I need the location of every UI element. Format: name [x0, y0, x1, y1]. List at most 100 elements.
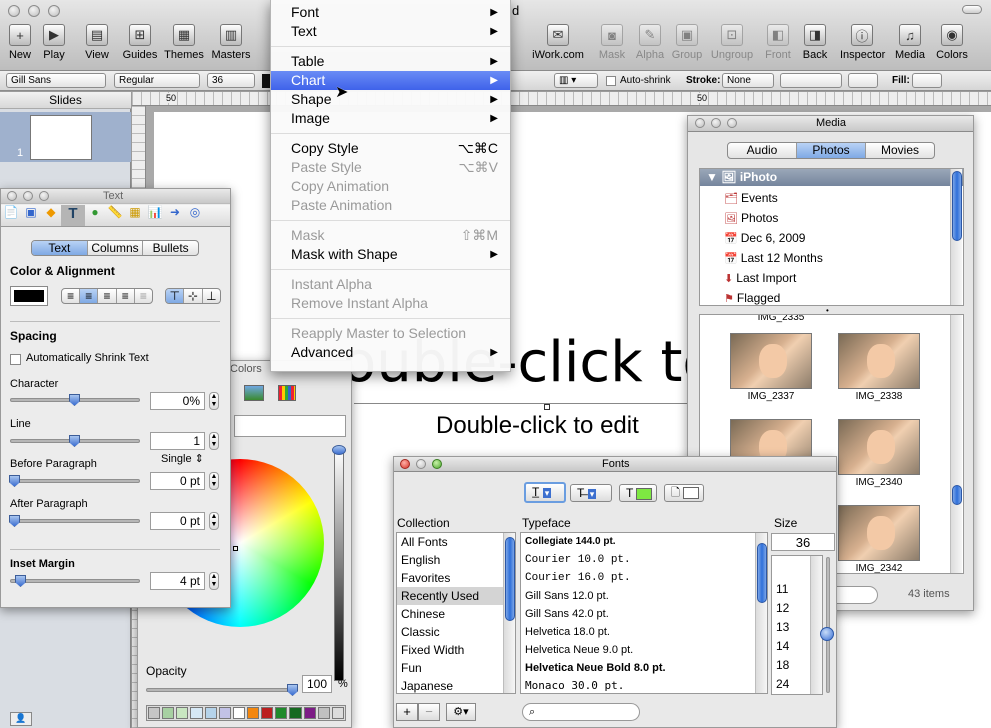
table-inspector-icon[interactable]: ▦: [125, 205, 145, 226]
typeface-row[interactable]: Collegiate 144.0 pt.: [521, 533, 767, 551]
color-crayons-icon[interactable]: [278, 385, 296, 401]
after-paragraph-stepper[interactable]: ▲ ▼: [209, 512, 219, 530]
before-paragraph-stepper[interactable]: ▲ ▼: [209, 472, 219, 490]
build-inspector-icon[interactable]: ◆: [41, 205, 61, 226]
line-slider[interactable]: [10, 435, 140, 447]
menu-item-remove-instant-alpha[interactable]: Remove Instant Alpha: [271, 294, 510, 313]
color-swatch[interactable]: [218, 707, 231, 719]
menu-item-shape[interactable]: Shape ▶: [271, 90, 510, 109]
strikethrough-style-popup[interactable]: T̶ ▾: [570, 484, 612, 502]
color-swatch[interactable]: [204, 707, 217, 719]
stroke-width-popup[interactable]: [780, 73, 842, 88]
toolbar-iworkcom-button[interactable]: ✉ iWork.com: [528, 24, 588, 61]
subtitle-placeholder[interactable]: Double-click to edit: [436, 412, 639, 440]
fonts-close-button[interactable]: [400, 459, 410, 469]
inset-margin-stepper[interactable]: ▲ ▼: [209, 572, 219, 590]
font-style-popup[interactable]: Regular: [114, 73, 200, 88]
fill-color-well[interactable]: [912, 73, 942, 88]
typeface-scrollbar[interactable]: [755, 533, 767, 693]
stroke-popup[interactable]: None: [722, 73, 774, 88]
align-auto-icon[interactable]: ≡: [135, 289, 152, 303]
color-swatch[interactable]: [331, 707, 344, 719]
character-field[interactable]: 0%: [150, 392, 205, 410]
menu-item-paste-animation[interactable]: Paste Animation: [271, 196, 510, 215]
toolbar-back-button[interactable]: ◨ Back: [793, 24, 837, 61]
typeface-scroll-thumb[interactable]: [757, 543, 767, 603]
inset-margin-slider[interactable]: [10, 575, 140, 587]
document-color-button[interactable]: 🗋: [664, 484, 704, 502]
slide-thumbnail[interactable]: [30, 115, 92, 160]
line-mode-popup[interactable]: Single ⇕: [161, 452, 204, 465]
collection-row[interactable]: Favorites: [397, 569, 515, 587]
toolbar-colors-button[interactable]: ◉ Colors: [930, 24, 974, 61]
color-swatch[interactable]: [232, 707, 245, 719]
menu-item-image[interactable]: Image ▶: [271, 109, 510, 128]
disclosure-triangle-icon[interactable]: ▼: [706, 170, 718, 184]
inset-margin-field[interactable]: 4 pt: [150, 572, 205, 590]
align-center-icon[interactable]: ≡: [80, 289, 99, 303]
toolbar-group-button[interactable]: ▣ Group: [665, 24, 709, 61]
collection-scrollbar[interactable]: [503, 533, 515, 693]
character-stepper[interactable]: ▲ ▼: [209, 392, 219, 410]
menu-item-table[interactable]: Table ▶: [271, 52, 510, 71]
photo-grid-scrollbar[interactable]: [950, 315, 962, 573]
tab-bullets[interactable]: Bullets: [143, 241, 198, 255]
fonts-action-menu-button[interactable]: ⚙▾: [446, 703, 476, 721]
toolbar-inspector-button[interactable]: ⓘ Inspector: [840, 24, 885, 61]
opacity-knob[interactable]: [287, 684, 298, 696]
menu-item-copy-style[interactable]: Copy Style ⌥⌘C: [271, 139, 510, 158]
stroke-color-well[interactable]: [848, 73, 878, 88]
close-window-button[interactable]: [8, 5, 20, 17]
opacity-slider[interactable]: [146, 684, 298, 696]
photo-thumbnail[interactable]: [838, 505, 920, 561]
slides-footer-button[interactable]: 👤: [10, 712, 32, 726]
font-size-popup[interactable]: 36: [207, 73, 255, 88]
text-inspector-icon[interactable]: T: [61, 205, 85, 226]
media-source-row[interactable]: 📅 Last 12 Months: [700, 248, 963, 268]
tab-columns[interactable]: Columns: [88, 241, 144, 255]
align-left-icon[interactable]: ≡: [62, 289, 81, 303]
menu-item-instant-alpha[interactable]: Instant Alpha: [271, 275, 510, 294]
minimize-window-button[interactable]: [28, 5, 40, 17]
collection-row[interactable]: Fun: [397, 659, 515, 677]
size-list-scrollbar[interactable]: [810, 556, 822, 694]
collection-row[interactable]: Recently Used: [397, 587, 515, 605]
photo-thumbnail[interactable]: [838, 419, 920, 475]
toolbar-guides-button[interactable]: ⊞ Guides: [118, 24, 162, 61]
typeface-row[interactable]: Gill Sans 42.0 pt.: [521, 605, 767, 623]
source-list-scrollbar[interactable]: [950, 169, 962, 305]
typeface-row[interactable]: Helvetica 18.0 pt.: [521, 623, 767, 641]
font-size-field[interactable]: 36: [771, 533, 835, 551]
after-paragraph-field[interactable]: 0 pt: [150, 512, 205, 530]
color-image-palette-icon[interactable]: [244, 385, 264, 401]
menu-item-advanced[interactable]: Advanced ▶: [271, 343, 510, 362]
typeface-row[interactable]: Monaco 30.0 pt.: [521, 677, 767, 693]
collection-row[interactable]: English: [397, 551, 515, 569]
auto-shrink-checkbox[interactable]: [606, 76, 616, 86]
toolbar-view-button[interactable]: ▤ View: [75, 24, 119, 61]
media-zoom-button[interactable]: [727, 118, 737, 128]
align-right-icon[interactable]: ≡: [98, 289, 117, 303]
menu-item-text[interactable]: Text ▶: [271, 22, 510, 41]
photo-grid-scroll-thumb[interactable]: [952, 485, 962, 505]
size-slider-knob[interactable]: [820, 627, 834, 641]
color-swatch[interactable]: [190, 707, 203, 719]
toolbar-toggle-button[interactable]: [962, 5, 982, 14]
collection-row[interactable]: All Fonts: [397, 533, 515, 551]
color-search-field[interactable]: [234, 415, 346, 437]
before-paragraph-knob[interactable]: [9, 475, 20, 487]
graphic-inspector-icon[interactable]: ●: [85, 205, 105, 226]
brightness-knob[interactable]: [332, 445, 346, 455]
color-swatch[interactable]: [317, 707, 330, 719]
typeface-row[interactable]: Courier 10.0 pt.: [521, 551, 767, 569]
fonts-minimize-button[interactable]: [416, 459, 426, 469]
collection-row[interactable]: Japanese: [397, 677, 515, 693]
subtitle-handle[interactable]: [544, 404, 550, 410]
collection-row[interactable]: Chinese: [397, 605, 515, 623]
collection-row[interactable]: Classic: [397, 623, 515, 641]
brightness-slider[interactable]: [334, 449, 344, 681]
collection-row[interactable]: Fixed Width: [397, 641, 515, 659]
before-paragraph-slider[interactable]: [9, 475, 140, 487]
typeface-row[interactable]: Gill Sans 12.0 pt.: [521, 587, 767, 605]
tab-audio[interactable]: Audio: [728, 143, 797, 158]
